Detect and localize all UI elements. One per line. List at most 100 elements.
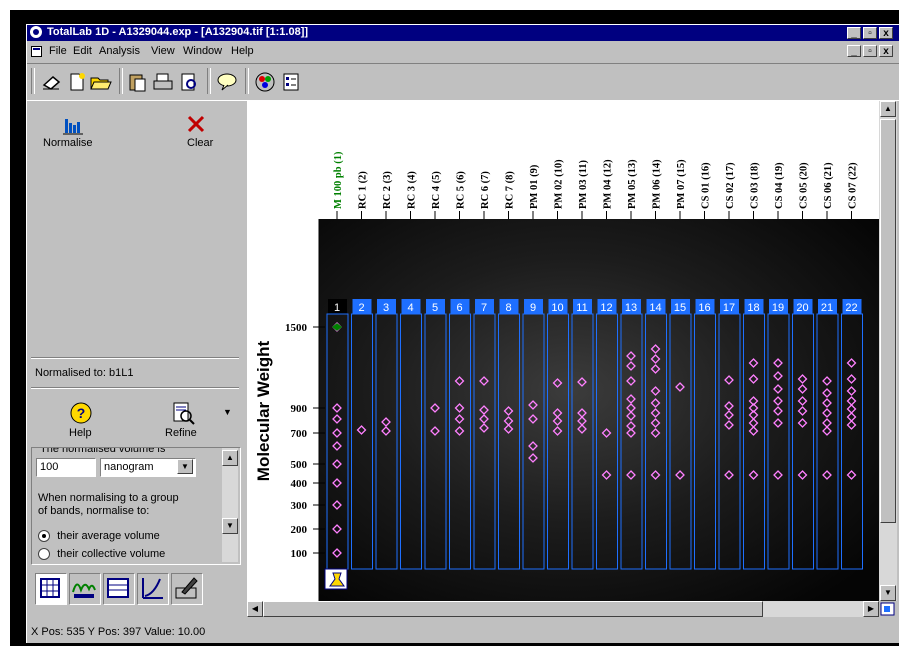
lane-number: 15 [674, 302, 686, 314]
menu-help[interactable]: Help [231, 45, 254, 57]
window-title: TotalLab 1D - A1329044.exp - [A132904.ti… [47, 26, 309, 38]
refine-icon[interactable] [171, 401, 195, 425]
y-axis-title: Molecular Weight [254, 340, 273, 481]
lane-number: 21 [821, 302, 833, 314]
normalise-icon[interactable] [53, 113, 93, 135]
title-bar[interactable]: TotalLab 1D - A1329044.exp - [A132904.ti… [27, 25, 899, 41]
scroll-down-button[interactable]: ▼ [880, 585, 896, 601]
y-tick-label: 500 [291, 459, 308, 471]
radio-average[interactable]: their average volume [38, 530, 160, 543]
radio-average-button[interactable] [38, 530, 50, 543]
gel-image[interactable]: Molecular Weight 1500 900 700 500 400 300 200 10… [247, 101, 879, 601]
lane-number: 8 [505, 302, 511, 314]
gel-image-view[interactable]: Molecular Weight 1500 900 700 500 400 300 200 10… [247, 101, 879, 601]
volume-input-value: 100 [40, 461, 59, 473]
doc-close-button[interactable]: x [879, 45, 893, 57]
refine-dropdown-arrow[interactable]: ▼ [223, 407, 232, 417]
refine-button[interactable]: Refine [165, 427, 197, 439]
close-button[interactable]: x [879, 27, 893, 39]
gel-background [319, 219, 879, 601]
scroll-right-button[interactable]: ▶ [863, 601, 879, 617]
y-tick-label: 200 [291, 524, 308, 536]
lane-number: 7 [481, 302, 487, 314]
lane-label: CS 07 (22) [848, 162, 859, 209]
status-position: X Pos: 535 Y Pos: 397 Value: 10.00 [31, 626, 206, 638]
menu-view[interactable]: View [151, 45, 175, 57]
lane-label: PM 01 (9) [529, 164, 540, 209]
y-tick-label: 400 [291, 478, 308, 490]
lane-number: 1 [334, 302, 340, 314]
lane-number: 4 [407, 302, 413, 314]
normalised-to-label: Normalised to: b1L1 [35, 367, 134, 379]
radio-partial[interactable]: their collective volume [38, 548, 166, 561]
edit-icon[interactable] [171, 573, 203, 605]
lane-label: CS 01 (16) [701, 162, 712, 209]
options-scrollbar[interactable]: ▲ ▼ [222, 448, 238, 562]
y-tick-label: 700 [291, 428, 308, 440]
radio-partial-label: their collective volume [57, 548, 166, 560]
horizontal-scroll-thumb[interactable] [263, 601, 763, 617]
radio-partial-button[interactable] [38, 548, 50, 561]
lane-number: 13 [625, 302, 637, 314]
properties-icon[interactable] [279, 70, 303, 94]
status-bar: X Pos: 535 Y Pos: 397 Value: 10.00 [27, 623, 899, 641]
print-icon[interactable] [151, 70, 175, 94]
lane-label: PM 04 (12) [603, 159, 614, 209]
minimize-button[interactable]: _ [847, 27, 861, 39]
menu-edit[interactable]: Edit [73, 45, 92, 57]
vertical-scroll-thumb[interactable] [880, 119, 896, 523]
lane-number: 11 [576, 302, 587, 314]
volume-input[interactable]: 100 [36, 458, 96, 477]
lane-number: 10 [551, 302, 563, 314]
curve-icon[interactable] [137, 573, 169, 605]
clear-icon[interactable] [185, 113, 207, 135]
help-icon[interactable]: ? [69, 401, 93, 425]
menu-window[interactable]: Window [183, 45, 222, 57]
lane-label: PM 02 (10) [554, 159, 565, 209]
vertical-scrollbar[interactable]: ▲ ▼ [879, 101, 897, 601]
lane-number: 9 [530, 302, 536, 314]
color-icon[interactable] [253, 70, 277, 94]
lane-label: CS 02 (17) [725, 162, 736, 209]
eraser-icon[interactable] [39, 70, 63, 94]
panel-divider [31, 357, 239, 359]
normalise-button[interactable]: Normalise [43, 137, 93, 149]
lanes-icon[interactable] [69, 573, 101, 605]
menu-file[interactable]: File [49, 45, 67, 57]
lane-label: PM 05 (13) [627, 159, 638, 209]
open-icon[interactable] [89, 70, 113, 94]
navigator-icon[interactable] [879, 601, 897, 617]
comment-icon[interactable] [215, 70, 239, 94]
unit-select-value: nanogram [104, 461, 154, 473]
unit-select[interactable]: nanogram ▼ [100, 458, 196, 477]
y-tick-label: 1500 [285, 322, 308, 334]
lane-label: RC 4 (5) [431, 171, 442, 209]
options-scroll-down[interactable]: ▼ [222, 518, 238, 534]
print-preview-icon[interactable] [177, 70, 201, 94]
options-scroll-up[interactable]: ▲ [222, 450, 238, 466]
toolbar-grip [31, 68, 35, 94]
maximize-button[interactable]: ▫ [863, 27, 877, 39]
doc-maximize-button[interactable]: ▫ [863, 45, 877, 57]
new-icon[interactable] [65, 70, 89, 94]
scroll-up-button[interactable]: ▲ [880, 101, 896, 117]
horizontal-scrollbar[interactable]: ◀ ▶ [247, 601, 879, 617]
volume-caption: The normalised volume is [40, 447, 166, 455]
document-icon[interactable] [31, 46, 42, 57]
unit-dropdown-button[interactable]: ▼ [177, 459, 193, 474]
scroll-left-button[interactable]: ◀ [247, 601, 263, 617]
grid-icon[interactable] [35, 573, 67, 605]
paste-icon[interactable] [125, 70, 149, 94]
app-icon [30, 26, 42, 38]
toolbar-separator-3 [245, 68, 249, 94]
menu-analysis[interactable]: Analysis [99, 45, 140, 57]
help-button[interactable]: Help [69, 427, 92, 439]
doc-minimize-button[interactable]: _ [847, 45, 861, 57]
clear-button[interactable]: Clear [187, 137, 213, 149]
table-icon[interactable] [103, 573, 135, 605]
options-group: The normalised volume is 100 nanogram ▼ … [31, 447, 241, 565]
lane-label: CS 03 (18) [750, 162, 761, 209]
lane-label: RC 3 (4) [407, 171, 418, 209]
y-tick-label: 100 [291, 548, 308, 560]
toolbar-separator-2 [207, 68, 211, 94]
